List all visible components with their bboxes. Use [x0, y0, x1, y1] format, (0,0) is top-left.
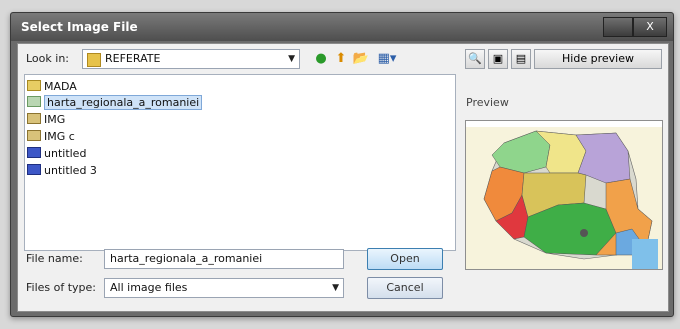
- region-bucuresti: [580, 229, 588, 237]
- image-preview: [465, 120, 663, 270]
- preview-caption: Preview: [466, 96, 509, 109]
- folder-icon: [27, 130, 41, 141]
- zoom-icon[interactable]: 🔍: [465, 49, 485, 69]
- view-menu-icon[interactable]: ▦▾: [374, 50, 400, 68]
- lookin-combo[interactable]: REFERATE ▼: [82, 49, 300, 69]
- filetype-select[interactable]: All image files ▼: [104, 278, 344, 298]
- list-item[interactable]: untitled: [27, 146, 86, 162]
- chevron-down-icon: ▼: [332, 283, 339, 293]
- thumbnail-icon[interactable]: ▤: [511, 49, 531, 69]
- map-preview-image: [466, 121, 662, 269]
- black-sea: [632, 239, 658, 269]
- list-item[interactable]: harta_regionala_a_romaniei: [27, 95, 203, 111]
- back-icon[interactable]: ●: [312, 50, 330, 68]
- new-folder-icon[interactable]: 📂: [352, 50, 370, 68]
- hide-preview-button[interactable]: Hide preview: [534, 49, 662, 69]
- filename-label: File name:: [26, 252, 83, 265]
- list-item[interactable]: untitled 3: [27, 163, 97, 179]
- image-file-icon: [27, 96, 41, 107]
- dialog-body: Look in: REFERATE ▼ ● ⬆ 📂 ▦▾ 🔍 ▣ ▤ Hide …: [17, 43, 669, 312]
- select-image-dialog: Select Image File X Look in: REFERATE ▼ …: [10, 12, 674, 317]
- file-list[interactable]: MADA harta_regionala_a_romaniei IMG IMG …: [24, 74, 456, 251]
- filename-input[interactable]: harta_regionala_a_romaniei: [104, 249, 344, 269]
- list-item[interactable]: IMG: [27, 112, 65, 128]
- folder-icon: [27, 80, 41, 91]
- bitmap-file-icon: [27, 164, 41, 175]
- open-button[interactable]: Open: [367, 248, 443, 270]
- minimize-button[interactable]: [603, 17, 633, 37]
- bitmap-file-icon: [27, 147, 41, 158]
- up-folder-icon[interactable]: ⬆: [332, 50, 350, 68]
- dialog-title: Select Image File: [11, 13, 673, 41]
- filetype-value: All image files: [110, 281, 188, 294]
- list-item[interactable]: MADA: [27, 79, 77, 95]
- folder-icon: [87, 53, 101, 67]
- image-settings-icon[interactable]: ▣: [488, 49, 508, 69]
- lookin-label: Look in:: [26, 52, 69, 65]
- lookin-value: REFERATE: [105, 52, 161, 65]
- close-button[interactable]: X: [633, 17, 667, 37]
- list-item[interactable]: IMG c: [27, 129, 75, 145]
- folder-icon: [27, 113, 41, 124]
- cancel-button[interactable]: Cancel: [367, 277, 443, 299]
- chevron-down-icon: ▼: [288, 54, 295, 64]
- filetype-label: Files of type:: [26, 281, 97, 294]
